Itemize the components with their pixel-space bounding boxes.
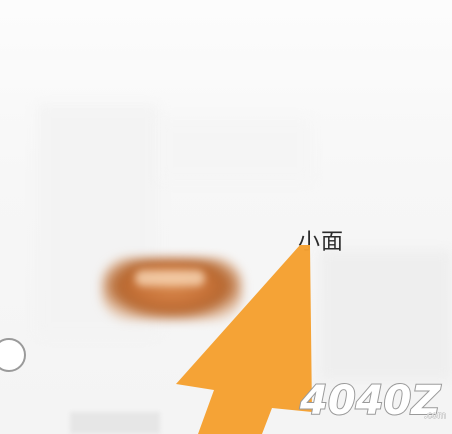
arrow-pointer-icon	[176, 245, 312, 434]
watermark-domain: .com	[424, 411, 446, 421]
app-screen: 小面 4040Z .com	[0, 0, 452, 434]
watermark-text: 4040Z	[299, 378, 441, 424]
watermark-logo: 4040Z .com	[298, 377, 446, 424]
